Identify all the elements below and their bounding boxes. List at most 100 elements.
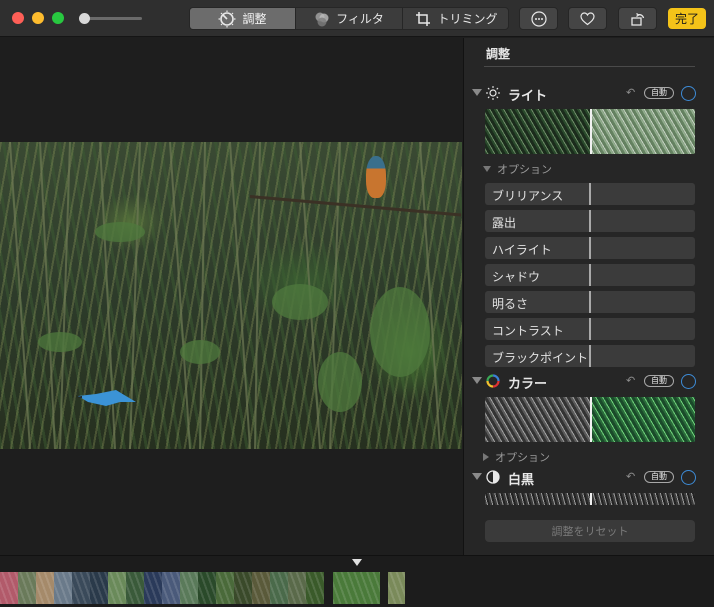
filmstrip-thumbnail[interactable]	[388, 572, 405, 604]
zoom-window-button[interactable]	[52, 12, 64, 24]
slider-marker[interactable]	[589, 345, 591, 367]
filmstrip-thumbnail[interactable]	[270, 572, 288, 604]
slider-marker[interactable]	[589, 237, 591, 259]
filmstrip-thumbnail[interactable]	[306, 572, 324, 604]
minimize-window-button[interactable]	[32, 12, 44, 24]
slider-label: ブラックポイント	[492, 351, 589, 365]
slider-label: ブリリアンス	[492, 189, 564, 203]
disclosure-triangle-right-icon	[483, 453, 489, 461]
ellipsis-icon	[530, 10, 547, 27]
rotate-button[interactable]	[618, 7, 657, 30]
light-filmstrip-slider[interactable]	[485, 109, 695, 154]
thumbnail-zoom-slider[interactable]	[79, 13, 142, 24]
slider-label: コントラスト	[492, 324, 564, 338]
close-window-button[interactable]	[12, 12, 24, 24]
color-slider-handle[interactable]	[590, 397, 592, 442]
perched-kingfisher	[366, 156, 386, 198]
undo-icon[interactable]: ↶	[626, 86, 635, 99]
filmstrip-thumbnail[interactable]	[18, 572, 36, 604]
photo-canvas	[0, 38, 463, 555]
heart-icon	[580, 11, 595, 25]
adjust-dial-icon	[218, 10, 236, 27]
slider-marker[interactable]	[589, 291, 591, 313]
color-filmstrip-slider[interactable]	[485, 397, 695, 442]
reed-texture	[9, 142, 441, 449]
adjust-panel: 調整 ライト ↶ 自動 オプション ブリリアンス 露出 ハイライト シャドウ 明…	[463, 38, 714, 555]
toolbar: 調整 フィルタ トリミング 完了	[0, 0, 714, 37]
panel-divider	[484, 66, 695, 67]
current-photo-pointer-icon	[352, 559, 362, 566]
slider-exposure[interactable]: 露出	[485, 210, 695, 232]
photo-image[interactable]	[0, 142, 462, 449]
slider-marker[interactable]	[589, 264, 591, 286]
color-wheel-icon	[486, 374, 500, 388]
filmstrip-thumbnail[interactable]	[54, 572, 72, 604]
slider-brilliance[interactable]: ブリリアンス	[485, 183, 695, 205]
auto-bw-button[interactable]: 自動	[644, 471, 674, 483]
undo-icon[interactable]: ↶	[626, 470, 635, 483]
slider-brightness[interactable]: 明るさ	[485, 291, 695, 313]
light-options-label: オプション	[497, 163, 552, 176]
filmstrip-thumbnail[interactable]	[216, 572, 234, 604]
tab-crop[interactable]: トリミング	[403, 8, 508, 29]
filmstrip-thumbnail[interactable]	[333, 572, 380, 604]
filmstrip-thumbnail[interactable]	[108, 572, 126, 604]
sun-icon	[486, 86, 500, 100]
filmstrip-thumbnail[interactable]	[0, 572, 18, 604]
done-button[interactable]: 完了	[668, 8, 706, 29]
filmstrip-thumbnail[interactable]	[234, 572, 252, 604]
filmstrip-thumbnail[interactable]	[144, 572, 162, 604]
flying-kingfisher	[76, 390, 136, 406]
section-light-header[interactable]: ライト ↶ 自動	[472, 85, 708, 104]
section-color-label: カラー	[508, 377, 548, 392]
auto-color-button[interactable]: 自動	[644, 375, 674, 387]
slider-marker[interactable]	[589, 318, 591, 340]
color-options-toggle[interactable]: オプション	[483, 449, 550, 464]
slider-label: 明るさ	[492, 297, 529, 311]
light-enable-toggle[interactable]	[681, 86, 696, 101]
bw-enable-toggle[interactable]	[681, 470, 696, 485]
filmstrip-thumbnail[interactable]	[72, 572, 90, 604]
filmstrip-thumbnail[interactable]	[198, 572, 216, 604]
tab-filters[interactable]: フィルタ	[296, 8, 403, 29]
disclosure-triangle-icon[interactable]	[472, 473, 482, 480]
color-enable-toggle[interactable]	[681, 374, 696, 389]
section-bw-header[interactable]: 白黒 ↶ 自動	[472, 469, 708, 488]
zoom-slider-knob[interactable]	[79, 13, 90, 24]
filmstrip-thumbnail[interactable]	[126, 572, 144, 604]
disclosure-triangle-icon	[483, 166, 491, 172]
rotate-icon	[630, 12, 644, 26]
bw-filmstrip-slider[interactable]	[485, 493, 695, 505]
section-light-label: ライト	[508, 89, 548, 104]
light-options-toggle[interactable]: オプション	[483, 161, 552, 176]
filmstrip-thumbnail[interactable]	[90, 572, 108, 604]
half-circle-icon	[486, 470, 500, 484]
filmstrip-thumbnail[interactable]	[288, 572, 306, 604]
disclosure-triangle-icon[interactable]	[472, 377, 482, 384]
filmstrip-thumbnail[interactable]	[180, 572, 198, 604]
slider-label: シャドウ	[492, 270, 541, 284]
slider-black-point[interactable]: ブラックポイント	[485, 345, 695, 367]
panel-title: 調整	[486, 47, 511, 61]
auto-light-button[interactable]: 自動	[644, 87, 674, 99]
slider-marker[interactable]	[589, 210, 591, 232]
slider-shadows[interactable]: シャドウ	[485, 264, 695, 286]
tab-adjust[interactable]: 調整	[190, 8, 296, 29]
filmstrip-thumbnail[interactable]	[36, 572, 54, 604]
more-options-button[interactable]	[519, 7, 558, 30]
disclosure-triangle-icon[interactable]	[472, 89, 482, 96]
undo-icon[interactable]: ↶	[626, 374, 635, 387]
section-color-header[interactable]: カラー ↶ 自動	[472, 373, 708, 392]
slider-highlights[interactable]: ハイライト	[485, 237, 695, 259]
filmstrip-thumbnail[interactable]	[162, 572, 180, 604]
reset-adjustments-button[interactable]: 調整をリセット	[485, 520, 695, 542]
filmstrip-thumbnail[interactable]	[252, 572, 270, 604]
light-slider-handle[interactable]	[590, 109, 592, 154]
slider-contrast[interactable]: コントラスト	[485, 318, 695, 340]
bw-slider-handle[interactable]	[590, 493, 592, 505]
slider-label: 露出	[492, 216, 517, 230]
tab-filters-label: フィルタ	[336, 12, 384, 26]
favorite-button[interactable]	[568, 7, 607, 30]
slider-marker[interactable]	[589, 183, 591, 205]
section-bw-label: 白黒	[508, 473, 535, 488]
